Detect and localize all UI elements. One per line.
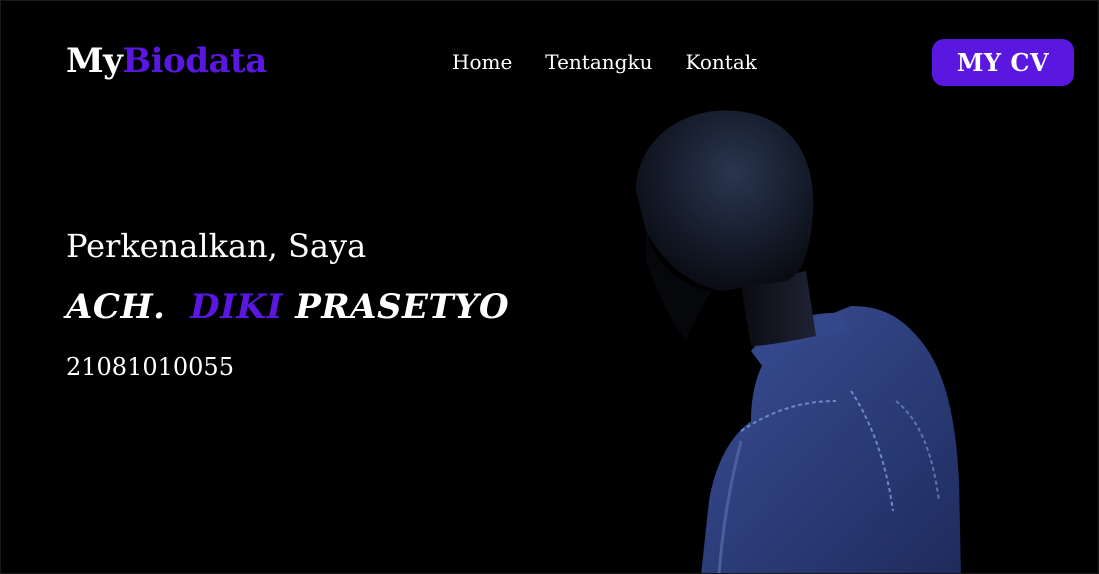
main-nav: Home Tentangku Kontak xyxy=(452,50,757,74)
full-name: ACH. DIKI PRASETYO xyxy=(66,287,509,327)
student-id-number: 21081010055 xyxy=(66,353,234,381)
name-first: ACH. xyxy=(66,287,166,327)
nav-kontak-link[interactable]: Kontak xyxy=(685,50,756,74)
page: MyBiodata Home Tentangku Kontak MY CV Pe… xyxy=(0,0,1099,574)
nav-home-link[interactable]: Home xyxy=(452,50,512,74)
site-logo[interactable]: MyBiodata xyxy=(66,41,267,81)
logo-part-biodata: Biodata xyxy=(122,41,267,81)
profile-photo xyxy=(636,110,961,573)
name-middle-highlight: DIKI xyxy=(190,287,283,327)
intro-text: Perkenalkan, Saya xyxy=(66,227,367,265)
name-last: PRASETYO xyxy=(295,287,510,327)
logo-part-my: My xyxy=(66,41,123,81)
nav-tentangku-link[interactable]: Tentangku xyxy=(545,50,652,74)
my-cv-button[interactable]: MY CV xyxy=(932,39,1074,86)
